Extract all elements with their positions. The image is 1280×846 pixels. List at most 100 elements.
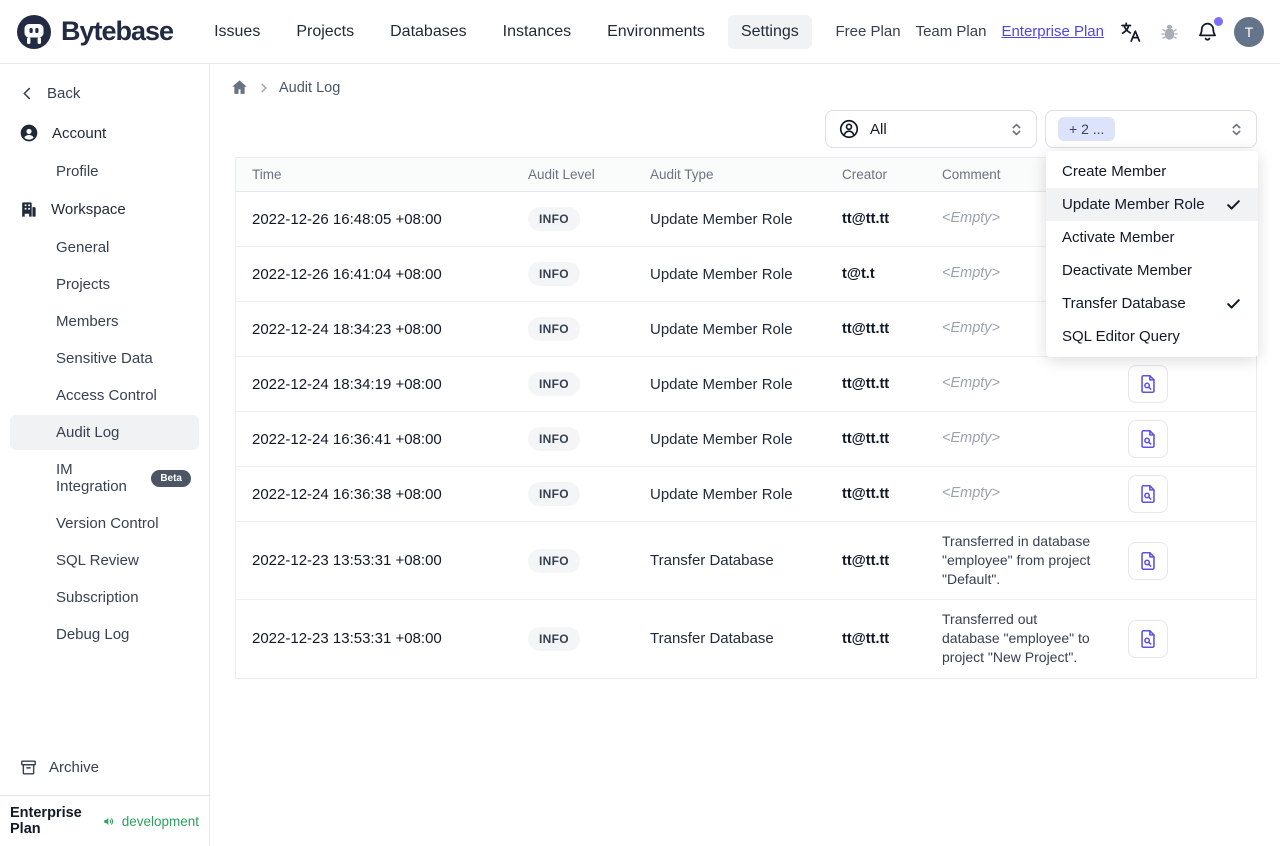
menu-item-deactivate-member[interactable]: Deactivate Member xyxy=(1046,254,1258,287)
notification-dot xyxy=(1214,17,1223,26)
view-detail-button[interactable] xyxy=(1128,420,1168,458)
audit-level-badge: INFO xyxy=(528,262,580,286)
audit-time: 2022-12-24 18:34:23 +08:00 xyxy=(236,301,512,357)
file-search-icon xyxy=(1141,374,1155,394)
audit-creator: tt@tt.tt xyxy=(826,521,926,600)
file-search-icon xyxy=(1141,484,1155,504)
table-row: 2022-12-23 13:53:31 +08:00 INFO Transfer… xyxy=(236,521,1256,600)
audit-type-filter-select[interactable]: + 2 ... Create Member Update Member Role xyxy=(1045,110,1258,357)
audit-level-badge: INFO xyxy=(528,548,580,573)
chevron-updown-icon xyxy=(1009,122,1024,137)
column-header-audit-level: Audit Level xyxy=(512,158,634,192)
menu-item-create-member[interactable]: Create Member xyxy=(1046,155,1258,188)
nav-item-settings[interactable]: Settings xyxy=(727,14,812,49)
audit-level-badge: INFO xyxy=(528,427,580,451)
person-circle-icon xyxy=(839,119,859,139)
breadcrumb: Audit Log xyxy=(210,64,1280,102)
audit-creator: tt@tt.tt xyxy=(826,356,926,412)
audit-type: Update Member Role xyxy=(634,466,826,522)
creator-filter-select[interactable]: All xyxy=(825,110,1037,148)
audit-comment: Transferred in database "employee" from … xyxy=(926,521,1112,600)
filter-toolbar: All + 2 ... Create Member Update Member … xyxy=(210,102,1280,357)
nav-item-instances[interactable]: Instances xyxy=(490,15,584,49)
audit-time: 2022-12-24 16:36:38 +08:00 xyxy=(236,466,512,522)
enterprise-plan-link[interactable]: Enterprise Plan xyxy=(1001,23,1104,40)
file-search-icon xyxy=(1141,629,1155,648)
back-label: Back xyxy=(47,85,81,102)
sidebar-section-workspace: Workspace xyxy=(0,190,209,229)
audit-type: Transfer Database xyxy=(650,630,774,648)
top-navigation: Bytebase Issues Projects Databases Insta… xyxy=(0,0,1280,64)
sidebar-item-subscription[interactable]: Subscription xyxy=(10,580,199,615)
team-plan-link[interactable]: Team Plan xyxy=(916,23,987,40)
table-row: 2022-12-24 16:36:41 +08:00 INFO Update M… xyxy=(236,411,1256,467)
view-detail-button[interactable] xyxy=(1128,541,1168,580)
sidebar-item-audit-log[interactable]: Audit Log xyxy=(10,415,199,450)
view-detail-button[interactable] xyxy=(1128,619,1168,658)
audit-time: 2022-12-26 16:41:04 +08:00 xyxy=(236,246,512,302)
sidebar-item-im-integration[interactable]: IM Integration Beta xyxy=(10,452,199,504)
chevron-updown-icon xyxy=(1229,122,1244,137)
nav-item-issues[interactable]: Issues xyxy=(201,15,273,49)
table-row: 2022-12-24 16:36:38 +08:00 INFO Update M… xyxy=(236,466,1256,522)
speaker-icon xyxy=(104,817,114,825)
menu-item-sql-editor-query[interactable]: SQL Editor Query xyxy=(1046,320,1258,353)
environment-label: development xyxy=(121,813,199,829)
sidebar-item-access-control[interactable]: Access Control xyxy=(10,378,199,413)
audit-type: Update Member Role xyxy=(634,356,826,412)
audit-level-badge: INFO xyxy=(528,207,580,231)
audit-type: Update Member Role xyxy=(634,411,826,467)
column-header-time: Time xyxy=(236,158,512,192)
user-avatar[interactable]: T xyxy=(1234,16,1264,47)
home-icon[interactable] xyxy=(230,78,249,97)
table-row: 2022-12-24 18:34:19 +08:00 INFO Update M… xyxy=(236,356,1256,412)
account-section-title: Account xyxy=(52,124,107,142)
translate-icon[interactable] xyxy=(1119,20,1143,44)
nav-item-projects[interactable]: Projects xyxy=(283,15,367,49)
audit-time: 2022-12-24 18:34:19 +08:00 xyxy=(236,356,512,412)
back-button[interactable]: Back xyxy=(0,74,209,113)
audit-comment: <Empty> xyxy=(926,411,1112,467)
sidebar-item-sensitive-data[interactable]: Sensitive Data xyxy=(10,341,199,376)
free-plan-link[interactable]: Free Plan xyxy=(836,23,901,40)
settings-sidebar: Back Account Profile Workspace General P… xyxy=(0,64,210,846)
audit-creator: tt@tt.tt xyxy=(826,191,926,247)
archive-box-icon xyxy=(21,760,36,775)
audit-type: Transfer Database xyxy=(634,521,826,600)
audit-comment: <Empty> xyxy=(926,356,1112,412)
menu-item-transfer-database[interactable]: Transfer Database xyxy=(1046,287,1258,320)
sidebar-item-version-control[interactable]: Version Control xyxy=(10,506,199,541)
audit-creator: tt@tt.tt xyxy=(826,466,926,522)
view-detail-button[interactable] xyxy=(1128,365,1168,403)
bug-report-icon[interactable] xyxy=(1158,20,1181,43)
audit-level-badge: INFO xyxy=(528,626,580,651)
audit-creator: tt@tt.tt xyxy=(826,301,926,357)
audit-type-filter-badge: + 2 ... xyxy=(1058,117,1116,141)
menu-item-update-member-role[interactable]: Update Member Role xyxy=(1046,188,1258,221)
sidebar-item-archive[interactable]: Archive xyxy=(0,748,209,787)
bytebase-logo[interactable]: Bytebase xyxy=(16,14,174,50)
check-icon xyxy=(1225,295,1242,312)
audit-level-badge: INFO xyxy=(528,317,580,341)
nav-item-environments[interactable]: Environments xyxy=(594,15,718,49)
sidebar-item-general[interactable]: General xyxy=(10,230,199,265)
sidebar-item-debug-log[interactable]: Debug Log xyxy=(10,617,199,652)
audit-creator: tt@tt.tt xyxy=(826,411,926,467)
sidebar-item-projects[interactable]: Projects xyxy=(10,267,199,302)
audit-creator: t@t.t xyxy=(826,246,926,302)
file-search-icon xyxy=(1141,551,1155,570)
notifications-bell-icon[interactable] xyxy=(1196,17,1223,43)
sidebar-item-members[interactable]: Members xyxy=(10,304,199,339)
audit-level-badge: INFO xyxy=(528,482,580,506)
breadcrumb-current: Audit Log xyxy=(279,79,341,96)
check-icon xyxy=(1225,196,1242,213)
menu-item-activate-member[interactable]: Activate Member xyxy=(1046,221,1258,254)
table-row: 2022-12-23 13:53:31 +08:00 INFO Transfer… xyxy=(236,600,1256,678)
sidebar-item-profile[interactable]: Profile xyxy=(10,154,199,189)
workspace-icon xyxy=(22,202,36,217)
sidebar-item-sql-review[interactable]: SQL Review xyxy=(10,543,199,578)
column-header-audit-type: Audit Type xyxy=(634,158,826,192)
view-detail-button[interactable] xyxy=(1128,475,1168,513)
audit-type: Update Member Role xyxy=(634,246,826,302)
nav-item-databases[interactable]: Databases xyxy=(377,15,480,49)
